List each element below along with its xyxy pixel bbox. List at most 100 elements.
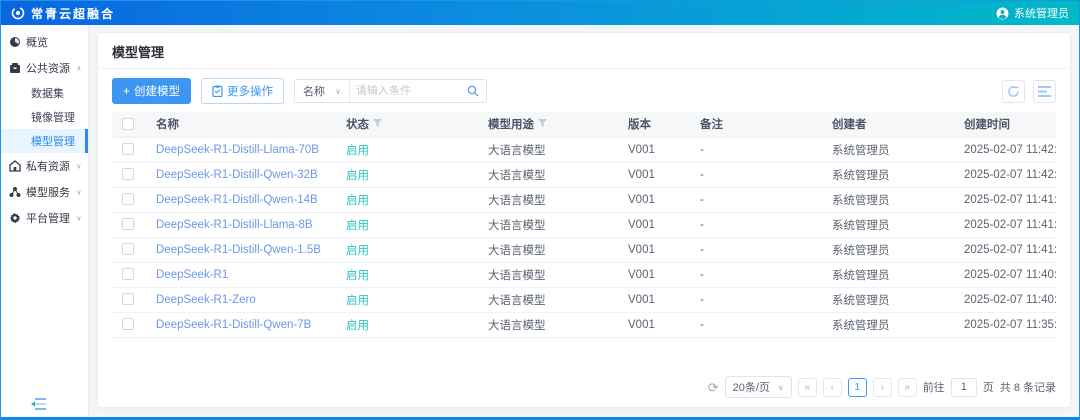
remark-cell: - — [690, 137, 822, 162]
model-name-link[interactable]: DeepSeek-R1-Distill-Qwen-7B — [146, 312, 336, 337]
remark-cell: - — [690, 287, 822, 312]
plus-icon: + — [123, 85, 130, 97]
row-checkbox[interactable] — [122, 193, 134, 205]
chevron-down-icon: ∨ — [335, 87, 341, 96]
version-cell: V001 — [618, 312, 690, 337]
search-input[interactable] — [350, 80, 460, 102]
page-size-select[interactable]: 20条/页 ∨ — [725, 376, 792, 398]
prev-page-button[interactable]: ‹ — [823, 378, 842, 397]
row-checkbox[interactable] — [122, 168, 134, 180]
usage-cell: 大语言模型 — [478, 237, 618, 262]
last-page-button[interactable]: » — [898, 378, 917, 397]
resource-box-icon — [9, 62, 21, 74]
usage-cell: 大语言模型 — [478, 287, 618, 312]
version-cell: V001 — [618, 212, 690, 237]
creator-cell: 系统管理员 — [822, 137, 954, 162]
table-row: DeepSeek-R1-Distill-Qwen-1.5B 启用 大语言模型 V… — [112, 237, 1056, 262]
chevron-down-icon: ∨ — [76, 214, 81, 222]
version-cell: V001 — [618, 287, 690, 312]
create-model-button[interactable]: + 创建模型 — [112, 78, 191, 104]
refresh-button[interactable] — [1002, 80, 1025, 103]
goto-label: 前往 — [923, 379, 945, 395]
sidebar-item-dataset[interactable]: 数据集 — [1, 81, 88, 105]
column-header-remark: 备注 — [690, 112, 822, 137]
row-checkbox[interactable] — [122, 243, 134, 255]
app-title: 常青云超融合 — [31, 5, 115, 22]
usage-cell: 大语言模型 — [478, 187, 618, 212]
clipboard-icon — [212, 85, 223, 97]
sidebar-item-platform-mgmt[interactable]: 平台管理 ∨ — [1, 205, 88, 231]
column-header-version: 版本 — [618, 112, 690, 137]
table-row: DeepSeek-R1-Zero 启用 大语言模型 V001 - 系统管理员 2… — [112, 287, 1056, 312]
column-header-usage: 模型用途 — [478, 112, 618, 137]
current-page-button[interactable]: 1 — [848, 378, 867, 397]
column-header-creator: 创建者 — [822, 112, 954, 137]
status-badge: 启用 — [336, 212, 478, 237]
page-unit-label: 页 — [983, 379, 994, 395]
collapse-sidebar-icon[interactable] — [31, 397, 47, 411]
creator-cell: 系统管理员 — [822, 287, 954, 312]
sidebar-item-overview[interactable]: 概览 — [1, 29, 88, 55]
sidebar-item-model-mgmt[interactable]: 模型管理 — [1, 129, 88, 153]
status-badge: 启用 — [336, 237, 478, 262]
home-icon — [9, 160, 21, 172]
usage-cell: 大语言模型 — [478, 162, 618, 187]
version-cell: V001 — [618, 262, 690, 287]
remark-cell: - — [690, 162, 822, 187]
creator-cell: 系统管理员 — [822, 312, 954, 337]
created-cell: 2025-02-07 11:41:00 — [954, 237, 1056, 262]
usage-cell: 大语言模型 — [478, 212, 618, 237]
total-records-label: 共 8 条记录 — [1000, 379, 1056, 395]
first-page-button[interactable]: « — [798, 378, 817, 397]
model-name-link[interactable]: DeepSeek-R1-Distill-Qwen-14B — [146, 187, 336, 212]
select-all-checkbox[interactable] — [122, 118, 134, 130]
toolbar: + 创建模型 更多操作 名称 ∨ — [98, 69, 1070, 112]
version-cell: V001 — [618, 187, 690, 212]
user-menu[interactable]: 系统管理员 — [996, 5, 1069, 21]
more-actions-button[interactable]: 更多操作 — [201, 78, 284, 104]
remark-cell: - — [690, 187, 822, 212]
status-badge: 启用 — [336, 287, 478, 312]
pager-refresh-icon[interactable]: ⟳ — [708, 381, 719, 394]
remark-cell: - — [690, 312, 822, 337]
sidebar-item-model-service[interactable]: 模型服务 ∨ — [1, 179, 88, 205]
table-header-row: 名称 状态 模型用途 版本 备注 创建者 创建时间 — [112, 112, 1056, 137]
filter-icon[interactable] — [538, 119, 547, 127]
sidebar-item-image-mgmt[interactable]: 镜像管理 — [1, 105, 88, 129]
sidebar-item-public-resources[interactable]: 公共资源 ∧ — [1, 55, 88, 81]
created-cell: 2025-02-07 11:41:39 — [954, 212, 1056, 237]
filter-icon[interactable] — [373, 119, 382, 127]
status-badge: 启用 — [336, 162, 478, 187]
user-name: 系统管理员 — [1014, 5, 1069, 21]
goto-page-input[interactable] — [951, 378, 977, 397]
created-cell: 2025-02-07 11:42:24 — [954, 137, 1056, 162]
model-name-link[interactable]: DeepSeek-R1-Distill-Qwen-32B — [146, 162, 336, 187]
row-checkbox[interactable] — [122, 268, 134, 280]
page-title: 模型管理 — [98, 33, 1070, 69]
model-name-link[interactable]: DeepSeek-R1-Distill-Llama-8B — [146, 212, 336, 237]
chevron-down-icon: ∨ — [76, 162, 81, 170]
row-checkbox[interactable] — [122, 293, 134, 305]
model-name-link[interactable]: DeepSeek-R1-Zero — [146, 287, 336, 312]
sidebar-item-private-resources[interactable]: 私有资源 ∨ — [1, 153, 88, 179]
search-icon[interactable] — [460, 80, 486, 102]
column-header-name: 名称 — [146, 112, 336, 137]
created-cell: 2025-02-07 11:40:45 — [954, 262, 1056, 287]
model-name-link[interactable]: DeepSeek-R1-Distill-Qwen-1.5B — [146, 237, 336, 262]
version-cell: V001 — [618, 137, 690, 162]
pagination: ⟳ 20条/页 ∨ « ‹ 1 › » 前往 页 共 8 条记录 — [98, 368, 1070, 407]
avatar-icon — [996, 7, 1009, 20]
gear-icon — [9, 212, 21, 224]
row-checkbox[interactable] — [122, 318, 134, 330]
row-checkbox[interactable] — [122, 218, 134, 230]
row-checkbox[interactable] — [122, 143, 134, 155]
model-name-link[interactable]: DeepSeek-R1 — [146, 262, 336, 287]
model-name-link[interactable]: DeepSeek-R1-Distill-Llama-70B — [146, 137, 336, 162]
status-badge: 启用 — [336, 137, 478, 162]
logo-icon — [11, 6, 25, 20]
next-page-button[interactable]: › — [873, 378, 892, 397]
column-settings-button[interactable] — [1033, 80, 1056, 103]
remark-cell: - — [690, 212, 822, 237]
status-badge: 启用 — [336, 312, 478, 337]
search-field-select[interactable]: 名称 ∨ — [295, 80, 350, 102]
